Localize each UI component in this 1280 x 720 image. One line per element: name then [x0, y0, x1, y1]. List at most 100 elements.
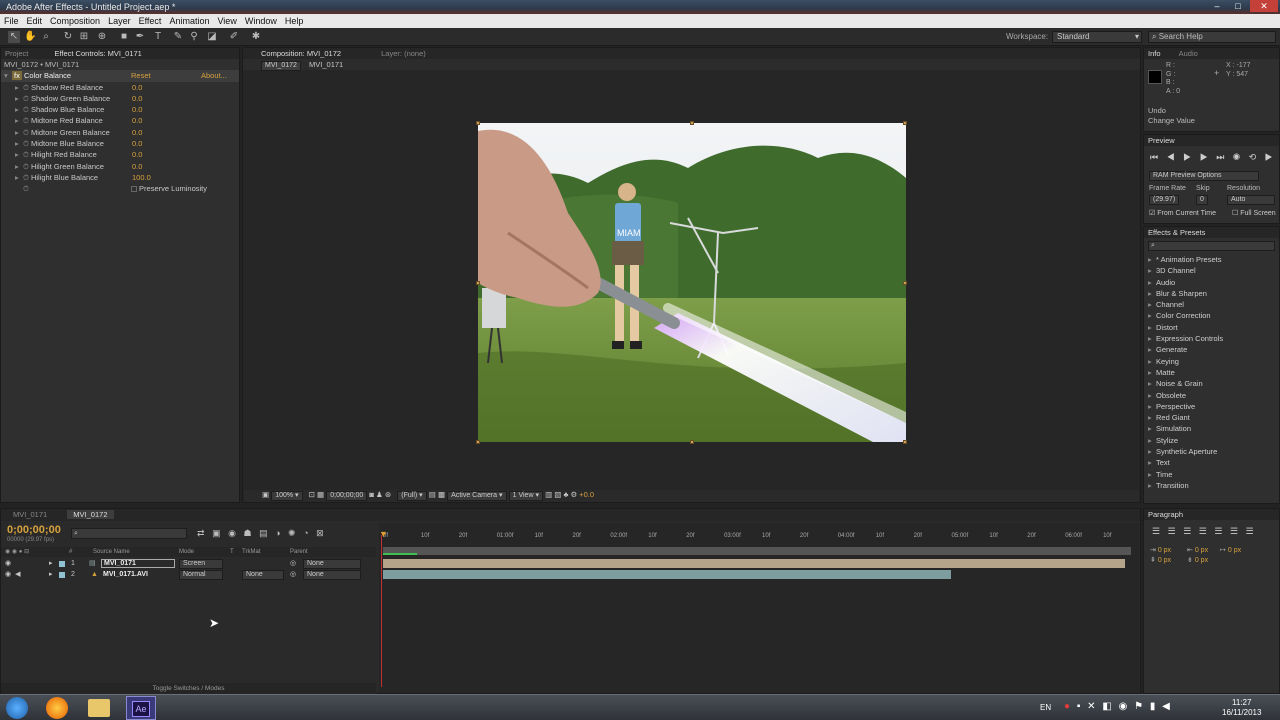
- menu-file[interactable]: File: [0, 14, 23, 28]
- tray-x-icon[interactable]: ✕: [1087, 701, 1095, 712]
- param-value[interactable]: 0.0: [132, 104, 142, 115]
- search-help-field[interactable]: ⌕ Search Help: [1148, 31, 1276, 43]
- skip-field[interactable]: 0: [1196, 195, 1208, 205]
- expand-triangle-icon[interactable]: ▸: [1148, 446, 1156, 457]
- visibility-eye-icon[interactable]: ◉: [5, 560, 11, 567]
- region-of-interest-icon[interactable]: ⊡: [309, 490, 315, 499]
- timeline-graph-area[interactable]: 0f 10f 20f 01:00f 10f 20f 02:00f 10f 20f 03:00f 10…: [379, 523, 1139, 693]
- rotate-tool-icon[interactable]: ↻: [62, 31, 74, 43]
- effects-category-item[interactable]: ▸ Generate: [1144, 344, 1279, 355]
- effects-category-item[interactable]: ▸ Matte: [1144, 367, 1279, 378]
- layer1-duration-bar[interactable]: [383, 559, 1125, 568]
- puppet-tool-icon[interactable]: ✱: [250, 31, 262, 43]
- tab-effects-presets[interactable]: Effects & Presets: [1148, 228, 1205, 237]
- param-value[interactable]: 0.0: [132, 149, 142, 160]
- transparency-grid-icon[interactable]: ▦: [317, 490, 324, 499]
- tab-info[interactable]: Info: [1148, 49, 1161, 58]
- transform-handle[interactable]: [903, 281, 907, 285]
- last-frame-icon[interactable]: ⏭: [1216, 152, 1224, 162]
- expand-triangle-icon[interactable]: ▸: [1148, 435, 1156, 446]
- effect-param-row[interactable]: ▸ ⏱ Midtone Green Balance 0.0: [1, 127, 239, 138]
- fx-badge[interactable]: fx: [12, 71, 22, 81]
- param-value[interactable]: 0.0: [132, 82, 142, 93]
- first-line-value[interactable]: 0 px: [1228, 547, 1241, 554]
- effect-param-row[interactable]: ▸ ⏱ Shadow Blue Balance 0.0: [1, 104, 239, 115]
- indent-right-value[interactable]: 0 px: [1195, 547, 1208, 554]
- expand-triangle-icon[interactable]: ▸: [1148, 265, 1156, 276]
- minimize-button[interactable]: –: [1208, 0, 1226, 12]
- tab-audio[interactable]: Audio: [1179, 49, 1198, 58]
- layer-mode-select[interactable]: Normal: [179, 570, 223, 580]
- transform-handle[interactable]: [476, 440, 480, 444]
- view-layout-select[interactable]: 1 View ▾: [508, 491, 543, 501]
- tray-network-icon[interactable]: ◧: [1102, 701, 1111, 712]
- exposure-value[interactable]: +0.0: [579, 490, 594, 499]
- align-center-icon[interactable]: ☰: [1168, 526, 1176, 536]
- expand-triangle-icon[interactable]: ▸: [15, 104, 23, 115]
- layer-name[interactable]: MVI_0171: [101, 559, 175, 568]
- stopwatch-icon[interactable]: ⏱: [23, 128, 29, 137]
- expand-triangle-icon[interactable]: ▸: [15, 93, 23, 104]
- stopwatch-icon[interactable]: ⏱: [23, 150, 29, 159]
- pickwhip-icon[interactable]: ◎: [290, 558, 296, 569]
- tray-volume-icon[interactable]: ◀: [1162, 701, 1170, 712]
- expand-triangle-icon[interactable]: ▸: [1148, 310, 1156, 321]
- layer-trkmat-select[interactable]: None: [242, 570, 284, 580]
- menu-layer[interactable]: Layer: [104, 14, 135, 28]
- pen-tool-icon[interactable]: ✒: [134, 31, 146, 43]
- expand-triangle-icon[interactable]: ▸: [1148, 299, 1156, 310]
- param-value[interactable]: 0.0: [132, 127, 142, 138]
- effects-category-item[interactable]: ▸ Blur & Sharpen: [1144, 288, 1279, 299]
- expand-triangle-icon[interactable]: ▾: [4, 70, 12, 81]
- effects-category-item[interactable]: ▸ Obsolete: [1144, 390, 1279, 401]
- justify-center-icon[interactable]: ☰: [1214, 526, 1222, 536]
- expand-triangle-icon[interactable]: ▸: [15, 161, 23, 172]
- layer-row[interactable]: ◉ ▸ 1 ▤ MVI_0171 Screen ◎ None: [1, 558, 376, 569]
- tray-app-icon[interactable]: ◉: [1119, 701, 1128, 712]
- composition-viewer-image[interactable]: MIAM: [478, 123, 906, 442]
- effects-category-item[interactable]: ▸ Distort: [1144, 322, 1279, 333]
- language-indicator[interactable]: EN: [1040, 703, 1051, 712]
- effects-category-item[interactable]: ▸ Perspective: [1144, 401, 1279, 412]
- camera-select[interactable]: Active Camera ▾: [447, 491, 507, 501]
- layer-parent-select[interactable]: None: [303, 559, 361, 569]
- first-frame-icon[interactable]: ⏮: [1150, 152, 1158, 162]
- expand-triangle-icon[interactable]: ▸: [1148, 469, 1156, 480]
- motion-blur-icon[interactable]: ◑: [275, 528, 280, 538]
- expand-triangle-icon[interactable]: ▸: [1148, 344, 1156, 355]
- indent-left-value[interactable]: 0 px: [1158, 547, 1171, 554]
- toggle-switches-modes[interactable]: Toggle Switches / Modes: [1, 683, 376, 694]
- align-right-icon[interactable]: ☰: [1183, 526, 1191, 536]
- toggle-pixel-aspect-icon[interactable]: ▥: [545, 490, 552, 499]
- expand-triangle-icon[interactable]: ▸: [1148, 356, 1156, 367]
- from-current-checkbox[interactable]: ☑: [1149, 210, 1155, 217]
- work-area-bar[interactable]: [383, 547, 1131, 555]
- layer-mode-select[interactable]: Screen: [179, 559, 223, 569]
- param-value[interactable]: 0.0: [132, 161, 142, 172]
- layer-label-color[interactable]: [59, 561, 65, 567]
- clock[interactable]: 11:27 16/11/2013: [1222, 698, 1261, 718]
- align-left-icon[interactable]: ☰: [1152, 526, 1160, 536]
- tab-timeline-mvi0172[interactable]: MVI_0172: [67, 510, 114, 519]
- tab-project[interactable]: Project: [5, 49, 28, 58]
- effects-category-item[interactable]: ▸ Red Giant: [1144, 412, 1279, 423]
- reset-link[interactable]: Reset: [131, 70, 151, 81]
- effects-search-input[interactable]: ⌕: [1148, 241, 1275, 251]
- expand-triangle-icon[interactable]: ▸: [1148, 412, 1156, 423]
- fast-previews-icon[interactable]: ▤: [429, 490, 436, 499]
- tab-preview[interactable]: Preview: [1148, 136, 1175, 145]
- tray-window-icon[interactable]: ▪: [1077, 701, 1081, 712]
- selection-tool-icon[interactable]: ↖: [8, 31, 20, 43]
- layer-expand-icon[interactable]: ▸: [49, 558, 53, 569]
- menu-edit[interactable]: Edit: [23, 14, 47, 28]
- brainstorm-icon[interactable]: ✺: [288, 528, 296, 538]
- draft-3d-icon[interactable]: ◉: [228, 528, 236, 538]
- expand-triangle-icon[interactable]: ▸: [15, 82, 23, 93]
- menu-animation[interactable]: Animation: [165, 14, 213, 28]
- space-before-value[interactable]: 0 px: [1158, 557, 1171, 564]
- auto-keyframe-icon[interactable]: ◔: [303, 528, 308, 538]
- rectangle-tool-icon[interactable]: ■: [118, 31, 130, 43]
- transform-handle[interactable]: [476, 281, 480, 285]
- tab-layer[interactable]: Layer: (none): [381, 49, 426, 58]
- expand-triangle-icon[interactable]: ▸: [1148, 390, 1156, 401]
